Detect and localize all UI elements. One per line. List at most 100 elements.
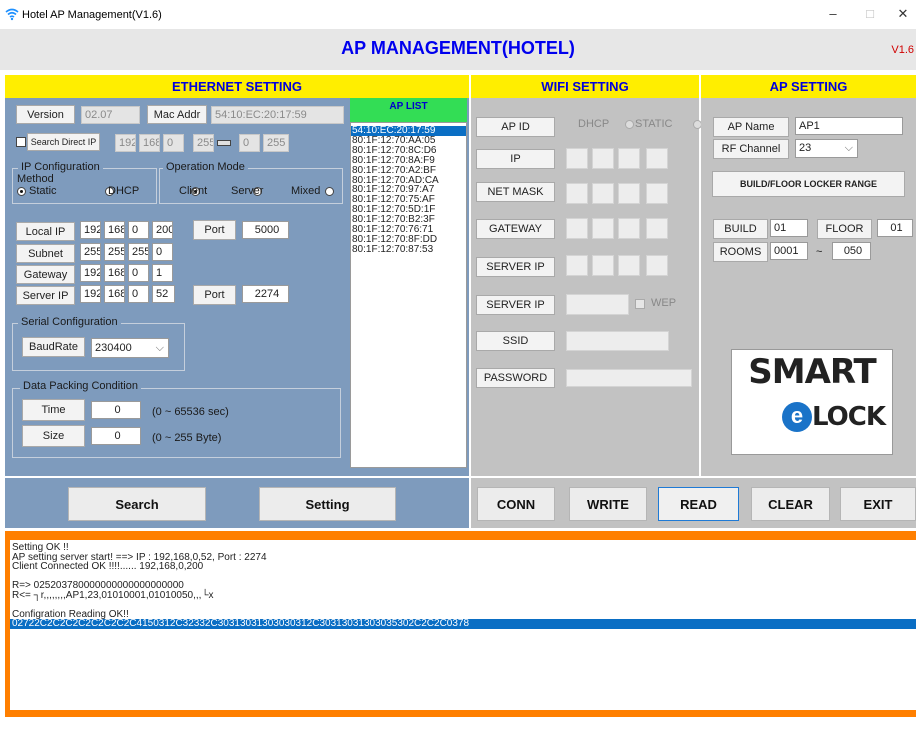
chevron-down-icon: ⌵	[155, 342, 164, 354]
gateway-label: Gateway	[16, 265, 75, 284]
baudrate-select[interactable]: 230400 ⌵	[91, 338, 169, 358]
range-dash	[217, 140, 231, 146]
rf-channel-value: 23	[799, 142, 812, 154]
wifi-dhcp-label[interactable]: DHCP	[578, 118, 609, 130]
server-ip-octet[interactable]: 168	[104, 285, 125, 303]
wifi-ip-octet[interactable]	[566, 148, 588, 169]
search-button[interactable]: Search	[68, 487, 206, 521]
floor-label: FLOOR	[817, 219, 872, 239]
close-button[interactable]: ✕	[893, 6, 913, 22]
wifi-ip-octet[interactable]	[618, 148, 640, 169]
rooms-from-field[interactable]: 0001	[770, 242, 808, 260]
local-ip-octet[interactable]: 168	[104, 221, 125, 239]
netmask-octet[interactable]	[566, 183, 588, 204]
gateway-octet[interactable]: 0	[128, 264, 149, 282]
search-direct-ip-label[interactable]: Search Direct IP	[27, 133, 100, 151]
netmask-octet[interactable]	[646, 183, 668, 204]
logo-lock: LOCK	[812, 402, 886, 432]
exit-button[interactable]: EXIT	[840, 487, 916, 521]
server-ip-octet[interactable]: 52	[152, 285, 175, 303]
wifi-server-ip-button[interactable]: SERVER IP	[476, 257, 555, 277]
server-ip-label: Server IP	[16, 286, 75, 305]
method-static-label[interactable]: Static	[29, 185, 57, 197]
size-field[interactable]: 0	[91, 427, 141, 445]
rf-channel-select[interactable]: 23 ⌵	[795, 139, 858, 158]
wifi-ip-octet[interactable]	[646, 148, 668, 169]
local-ip-octet[interactable]: 0	[128, 221, 149, 239]
build-field[interactable]: 01	[770, 219, 808, 237]
netmask-octet[interactable]	[618, 183, 640, 204]
log-output[interactable]: Setting OK !! AP setting server start! ==…	[10, 540, 916, 710]
wifi-server-ip2-button[interactable]: SERVER IP	[476, 295, 555, 315]
subnet-octet[interactable]: 255	[104, 243, 125, 261]
wifi-gateway-octet[interactable]	[618, 218, 640, 239]
gateway-octet[interactable]: 192	[80, 264, 101, 282]
wifi-static-label[interactable]: STATIC	[635, 118, 672, 130]
netmask-octet[interactable]	[592, 183, 614, 204]
log-line: R<= ┐r,,,,,,,,AP1,23,01010001,01010050,,…	[12, 589, 214, 601]
wifi-server-ip-octet[interactable]	[618, 255, 640, 276]
window-titlebar: Hotel AP Management(V1.6) – □ ✕	[0, 0, 916, 30]
floor-field[interactable]: 01	[877, 219, 913, 237]
conn-button[interactable]: CONN	[477, 487, 555, 521]
server-ip-octet[interactable]: 0	[128, 285, 149, 303]
method-static-radio[interactable]	[17, 187, 26, 196]
setting-button[interactable]: Setting	[259, 487, 396, 521]
local-ip-octet[interactable]: 192	[80, 221, 101, 239]
gateway-octet[interactable]: 168	[104, 264, 125, 282]
ap-list-item[interactable]: 80:1F:12:70:87:53	[351, 244, 466, 255]
direct-ip-octet[interactable]: 192	[115, 134, 136, 152]
mode-mixed-label[interactable]: Mixed	[291, 185, 320, 197]
ap-id-button[interactable]: AP ID	[476, 117, 555, 137]
wifi-server-ip-octet[interactable]	[566, 255, 588, 276]
serial-configuration-title: Serial Configuration	[18, 316, 121, 328]
minimize-button[interactable]: –	[823, 6, 843, 22]
search-direct-ip-checkbox[interactable]	[16, 137, 26, 147]
subnet-octet[interactable]: 255	[80, 243, 101, 261]
local-port-field[interactable]: 5000	[242, 221, 289, 239]
ap-list[interactable]: 54:10:EC:20:17:59 80:1F:12:70:AA:05 80:1F:…	[350, 122, 467, 468]
local-ip-octet[interactable]: 200	[152, 221, 173, 239]
ssid-field[interactable]	[566, 331, 669, 351]
password-field[interactable]	[566, 369, 692, 387]
mode-client-label[interactable]: Client	[179, 185, 207, 197]
subnet-octet[interactable]: 0	[152, 243, 173, 261]
gateway-octet[interactable]: 1	[152, 264, 173, 282]
log-line: Client Connected OK !!!!...... 192,168,0…	[12, 561, 204, 572]
direct-ip-octet[interactable]: 0	[239, 134, 260, 152]
wifi-ip-octet[interactable]	[592, 148, 614, 169]
wifi-gateway-octet[interactable]	[646, 218, 668, 239]
direct-ip-octet[interactable]: 168	[139, 134, 160, 152]
direct-ip-octet[interactable]: 255	[263, 134, 289, 152]
wep-label[interactable]: WEP	[651, 297, 676, 309]
direct-ip-octet[interactable]: 0	[163, 134, 184, 152]
wifi-server-ip-octet[interactable]	[646, 255, 668, 276]
wifi-server-port-field[interactable]	[566, 294, 629, 315]
wifi-ip-button[interactable]: IP	[476, 149, 555, 169]
server-ip-octet[interactable]: 192	[80, 285, 101, 303]
method-dhcp-label[interactable]: DHCP	[108, 185, 139, 197]
subnet-octet[interactable]: 255	[128, 243, 149, 261]
wifi-gateway-octet[interactable]	[566, 218, 588, 239]
server-port-field[interactable]: 2274	[242, 285, 289, 303]
wep-checkbox[interactable]	[635, 299, 645, 309]
wifi-gateway-octet[interactable]	[592, 218, 614, 239]
read-button[interactable]: READ	[658, 487, 739, 521]
ssid-button[interactable]: SSID	[476, 331, 555, 351]
netmask-button[interactable]: NET MASK	[476, 182, 555, 202]
direct-ip-octet[interactable]: 255	[193, 134, 214, 152]
password-button[interactable]: PASSWORD	[476, 368, 555, 388]
chevron-down-icon: ⌵	[844, 142, 853, 154]
write-button[interactable]: WRITE	[569, 487, 647, 521]
rooms-to-field[interactable]: 050	[832, 242, 871, 260]
ap-name-field[interactable]: AP1	[795, 117, 903, 135]
build-label: BUILD	[713, 219, 768, 239]
mac-addr-field: 54:10:EC:20:17:59	[211, 106, 344, 124]
wifi-server-ip-octet[interactable]	[592, 255, 614, 276]
mode-server-label[interactable]: Server	[231, 185, 263, 197]
ip-configuration-title: IP Configuration	[18, 161, 103, 173]
gateway-button[interactable]: GATEWAY	[476, 219, 555, 239]
time-field[interactable]: 0	[91, 401, 141, 419]
clear-button[interactable]: CLEAR	[751, 487, 830, 521]
maximize-button[interactable]: □	[860, 6, 880, 22]
